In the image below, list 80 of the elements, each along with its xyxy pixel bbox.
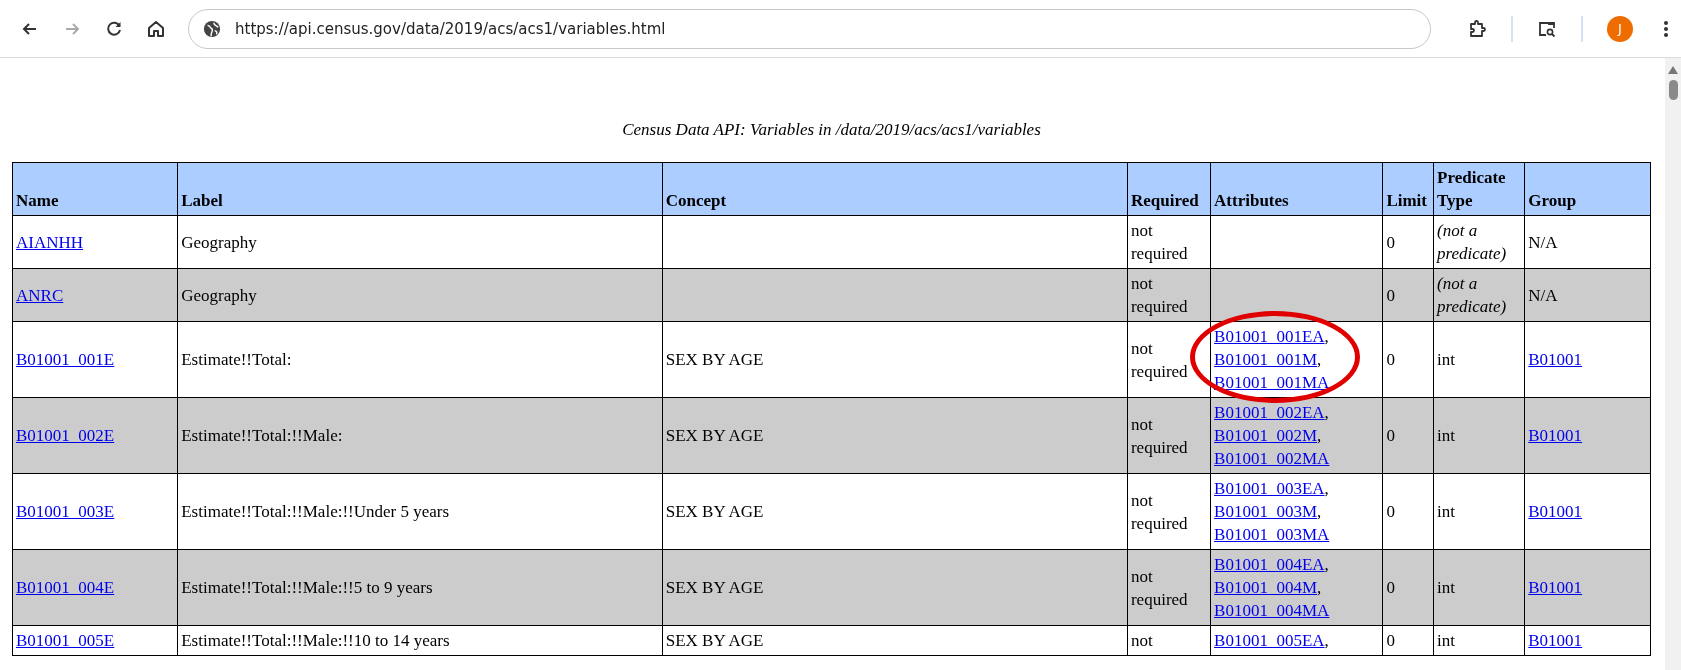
- table-cell: not required: [1127, 215, 1211, 269]
- attribute-link[interactable]: B01001_001EA: [1214, 327, 1325, 346]
- page-title: Census Data API: Variables in /data/2019/acs/acs1/variables: [621, 119, 1042, 141]
- table-cell: int: [1433, 321, 1525, 398]
- variable-link[interactable]: AIANHH: [16, 232, 84, 252]
- table-cell: (not a predicate): [1433, 268, 1525, 322]
- column-header: Required: [1127, 162, 1211, 216]
- table-cell: not required: [1127, 397, 1211, 474]
- table-cell: 0: [1382, 268, 1434, 322]
- variable-link[interactable]: B01001_002E: [16, 426, 115, 445]
- attribute-link[interactable]: B01001_003MA: [1214, 525, 1330, 544]
- table-cell: int: [1433, 625, 1525, 656]
- table-cell: 0: [1382, 473, 1434, 550]
- table-cell: Geography: [177, 268, 663, 322]
- table-cell: N/A: [1524, 268, 1651, 322]
- attribute-link[interactable]: B01001_004EA: [1214, 555, 1325, 574]
- attribute-link[interactable]: B01001_003EA: [1214, 479, 1325, 498]
- globe-icon[interactable]: [203, 19, 221, 38]
- attribute-link[interactable]: B01001_002EA: [1214, 403, 1325, 422]
- puzzle-icon[interactable]: [1467, 18, 1487, 39]
- group-link[interactable]: B01001: [1528, 578, 1583, 597]
- table-cell: SEX BY AGE: [662, 321, 1128, 398]
- table-cell: Estimate!!Total:!!Male:!!10 to 14 years: [177, 625, 663, 656]
- url-text[interactable]: https://api.census.gov/data/2019/acs/acs1/variables.html: [235, 19, 666, 38]
- attribute-link[interactable]: B01001_004MA: [1214, 601, 1330, 620]
- scrollbar-thumb[interactable]: [1668, 80, 1678, 100]
- table-cell: int: [1433, 549, 1525, 626]
- table-cell: 0: [1382, 321, 1434, 398]
- table-cell: not required: [1127, 473, 1211, 550]
- table-cell: Estimate!!Total:!!Male:!!Under 5 years: [177, 473, 663, 550]
- attribute-link[interactable]: B01001_001MA: [1214, 373, 1330, 392]
- table-cell: SEX BY AGE: [662, 549, 1128, 626]
- menu-icon[interactable]: [1663, 19, 1669, 38]
- table-cell: 0: [1382, 215, 1434, 269]
- table-cell: Estimate!!Total:!!Male:!!5 to 9 years: [177, 549, 663, 626]
- comma-text: ,: [1324, 327, 1329, 346]
- table-cell: (not a predicate): [1433, 215, 1525, 269]
- table-cell: SEX BY AGE: [662, 397, 1128, 474]
- column-header: Label: [177, 162, 663, 216]
- table-cell: 0: [1382, 397, 1434, 474]
- variable-link[interactable]: B01001_004E: [16, 578, 115, 597]
- group-link[interactable]: B01001: [1528, 502, 1583, 521]
- comma-text: ,: [1324, 403, 1329, 422]
- comma-text: ,: [1317, 578, 1322, 597]
- variable-link[interactable]: ANRC: [16, 285, 64, 305]
- column-header: Name: [12, 162, 178, 216]
- attribute-link[interactable]: B01001_005EA: [1214, 631, 1325, 650]
- table-cell: not: [1127, 625, 1211, 656]
- comma-text: ,: [1317, 426, 1322, 445]
- column-header: Attributes: [1210, 162, 1383, 216]
- comma-text: ,: [1317, 502, 1322, 521]
- table-cell: Geography: [177, 215, 663, 269]
- table-cell: N/A: [1524, 215, 1651, 269]
- group-link[interactable]: B01001: [1528, 350, 1583, 369]
- table-cell: 0: [1382, 625, 1434, 656]
- table-cell: Estimate!!Total:: [177, 321, 663, 398]
- group-link[interactable]: B01001: [1528, 426, 1583, 445]
- column-header: Limit: [1382, 162, 1434, 216]
- variable-link[interactable]: B01001_001E: [16, 350, 115, 369]
- table-cell: SEX BY AGE: [662, 473, 1128, 550]
- table-cell: not required: [1127, 321, 1211, 398]
- table-cell: not required: [1127, 549, 1211, 626]
- attribute-link[interactable]: B01001_002MA: [1214, 449, 1330, 468]
- column-header: Predicate Type: [1433, 162, 1525, 216]
- column-header: Concept: [662, 162, 1128, 216]
- column-header: Group: [1524, 162, 1651, 216]
- table-cell: int: [1433, 397, 1525, 474]
- table-cell: not required: [1127, 268, 1211, 322]
- table-cell: SEX BY AGE: [662, 625, 1128, 656]
- scrollbar[interactable]: [1665, 58, 1681, 670]
- table-cell: 0: [1382, 549, 1434, 626]
- variable-link[interactable]: B01001_003E: [16, 502, 115, 521]
- table-cell: int: [1433, 473, 1525, 550]
- table-cell: Estimate!!Total:!!Male:: [177, 397, 663, 474]
- home-icon[interactable]: [146, 18, 166, 39]
- comma-text: ,: [1324, 479, 1329, 498]
- comma-text: ,: [1324, 631, 1329, 650]
- scroll-up-icon[interactable]: [1668, 66, 1678, 74]
- comma-text: ,: [1317, 350, 1322, 369]
- comma-text: ,: [1324, 555, 1329, 574]
